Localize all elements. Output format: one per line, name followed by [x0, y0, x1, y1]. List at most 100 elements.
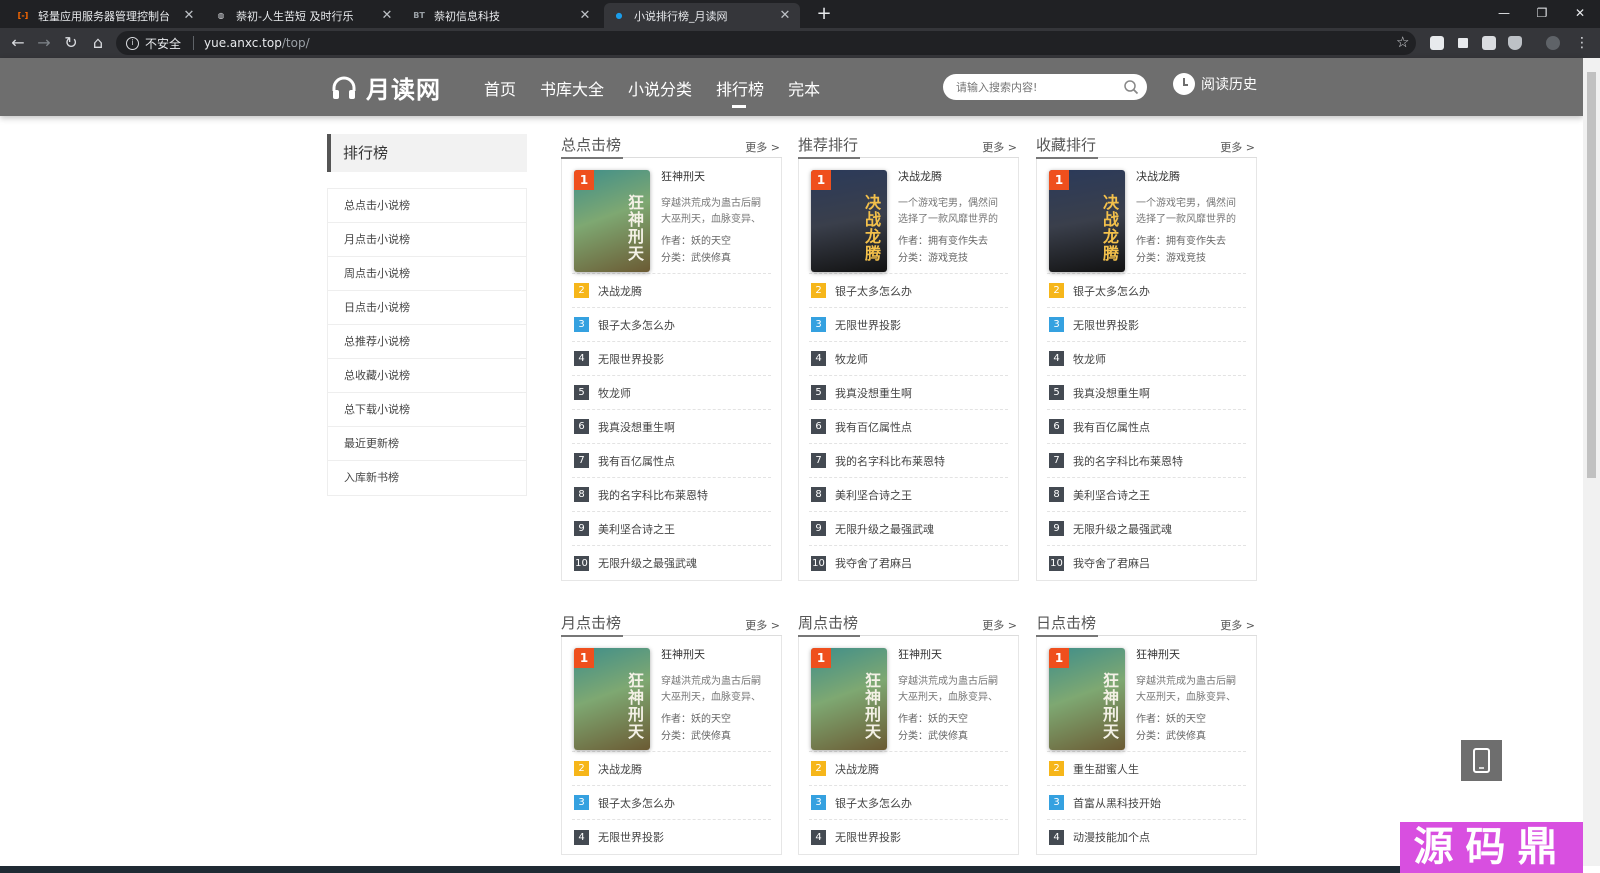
- book-title[interactable]: 狂神刑天: [661, 168, 705, 184]
- book-name[interactable]: 无限世界投影: [835, 829, 901, 845]
- book-name[interactable]: 无限升级之最强武魂: [1073, 521, 1172, 537]
- shield-icon[interactable]: [1508, 36, 1522, 50]
- book-name[interactable]: 我真没想重生啊: [1073, 385, 1150, 401]
- list-item[interactable]: 3 银子太多怎么办: [572, 308, 771, 342]
- list-item[interactable]: 6 我有百亿属性点: [1047, 410, 1246, 444]
- book-name[interactable]: 我有百亿属性点: [835, 419, 912, 435]
- more-link[interactable]: 更多 >: [982, 617, 1017, 633]
- home-icon[interactable]: ⌂: [88, 33, 108, 53]
- window-close-button[interactable]: ✕: [1562, 0, 1598, 28]
- book-title[interactable]: 狂神刑天: [1136, 646, 1180, 662]
- minimize-button[interactable]: —: [1486, 0, 1522, 28]
- book-name[interactable]: 我的名字科比布莱恩特: [1073, 453, 1183, 469]
- book-name[interactable]: 我的名字科比布莱恩特: [835, 453, 945, 469]
- book-name[interactable]: 牧龙师: [598, 385, 631, 401]
- list-item[interactable]: 3 首富从黑科技开始: [1047, 786, 1246, 820]
- browser-tab-1[interactable]: ◍ 萘初-人生苦短 及时行乐 ✕: [206, 3, 402, 28]
- list-item[interactable]: 5 牧龙师: [572, 376, 771, 410]
- book-name[interactable]: 银子太多怎么办: [1073, 283, 1150, 299]
- more-link[interactable]: 更多 >: [745, 617, 780, 633]
- book-name[interactable]: 银子太多怎么办: [835, 795, 912, 811]
- list-item[interactable]: 8 我的名字科比布莱恩特: [572, 478, 771, 512]
- book-name[interactable]: 无限世界投影: [598, 351, 664, 367]
- browser-tab-2[interactable]: BT 萘初信息科技 ✕: [404, 3, 600, 28]
- top-book[interactable]: 1 决战龙腾 决战龙腾 一个游戏宅男，偶然间选择了一款风靡世界的 作者：拥有变作…: [809, 158, 1008, 274]
- list-item[interactable]: 4 无限世界投影: [572, 342, 771, 376]
- list-item[interactable]: 5 我真没想重生啊: [1047, 376, 1246, 410]
- book-name[interactable]: 我真没想重生啊: [598, 419, 675, 435]
- book-name[interactable]: 美利坚合诗之王: [835, 487, 912, 503]
- book-name[interactable]: 银子太多怎么办: [598, 317, 675, 333]
- list-item[interactable]: 3 银子太多怎么办: [572, 786, 771, 820]
- more-link[interactable]: 更多 >: [1220, 139, 1255, 155]
- book-name[interactable]: 决战龙腾: [598, 283, 642, 299]
- list-item[interactable]: 7 我的名字科比布莱恩特: [1047, 444, 1246, 478]
- list-item[interactable]: 3 无限世界投影: [1047, 308, 1246, 342]
- book-name[interactable]: 我夺舍了君麻吕: [1073, 555, 1150, 571]
- book-name[interactable]: 美利坚合诗之王: [598, 521, 675, 537]
- top-book[interactable]: 1 决战龙腾 决战龙腾 一个游戏宅男，偶然间选择了一款风靡世界的 作者：拥有变作…: [1047, 158, 1246, 274]
- extension-badge-icon[interactable]: [1456, 36, 1470, 50]
- list-item[interactable]: 4 无限世界投影: [809, 820, 1008, 854]
- scrollbar-thumb[interactable]: [1587, 72, 1596, 478]
- book-title[interactable]: 狂神刑天: [661, 646, 705, 662]
- reading-history-link[interactable]: 阅读历史: [1173, 73, 1257, 95]
- book-name[interactable]: 我真没想重生啊: [835, 385, 912, 401]
- close-icon[interactable]: ✕: [182, 8, 196, 23]
- book-name[interactable]: 决战龙腾: [835, 761, 879, 777]
- search-input[interactable]: [943, 74, 1113, 100]
- list-item[interactable]: 2 决战龙腾: [572, 752, 771, 786]
- book-name[interactable]: 银子太多怎么办: [835, 283, 912, 299]
- site-logo[interactable]: 月读网: [330, 70, 441, 105]
- list-item[interactable]: 6 我真没想重生啊: [572, 410, 771, 444]
- close-icon[interactable]: ✕: [380, 8, 394, 23]
- menu-kebab-icon[interactable]: ⋮: [1572, 33, 1592, 53]
- book-cover[interactable]: 1 狂神刑天: [574, 648, 650, 750]
- sidebar-item-week-click[interactable]: 周点击小说榜: [328, 257, 526, 291]
- extension-icon[interactable]: [1430, 36, 1444, 50]
- avatar[interactable]: [1546, 36, 1560, 50]
- sidebar-item-recent-update[interactable]: 最近更新榜: [328, 427, 526, 461]
- book-name[interactable]: 决战龙腾: [598, 761, 642, 777]
- back-arrow-icon[interactable]: ←: [8, 33, 28, 53]
- book-title[interactable]: 决战龙腾: [1136, 168, 1180, 184]
- sidebar-item-total-recommend[interactable]: 总推荐小说榜: [328, 325, 526, 359]
- book-cover[interactable]: 1 狂神刑天: [811, 648, 887, 750]
- extension-s-icon[interactable]: [1482, 36, 1496, 50]
- list-item[interactable]: 9 无限升级之最强武魂: [1047, 512, 1246, 546]
- top-book[interactable]: 1 狂神刑天 狂神刑天 穿越洪荒成为蛊古后嗣大巫刑天，血脉变异、 作者：妖的天空…: [809, 636, 1008, 752]
- list-item[interactable]: 4 动漫技能加个点: [1047, 820, 1246, 854]
- list-item[interactable]: 2 银子太多怎么办: [1047, 274, 1246, 308]
- search-icon[interactable]: [1123, 79, 1139, 95]
- list-item[interactable]: 9 美利坚合诗之王: [572, 512, 771, 546]
- close-icon[interactable]: ✕: [578, 8, 592, 23]
- security-label[interactable]: 不安全: [145, 35, 181, 52]
- book-cover[interactable]: 1 狂神刑天: [1049, 648, 1125, 750]
- sidebar-item-total-favorite[interactable]: 总收藏小说榜: [328, 359, 526, 393]
- mobile-view-button[interactable]: [1461, 740, 1502, 781]
- list-item[interactable]: 3 银子太多怎么办: [809, 786, 1008, 820]
- book-name[interactable]: 无限世界投影: [598, 829, 664, 845]
- list-item[interactable]: 7 我的名字科比布莱恩特: [809, 444, 1008, 478]
- forward-arrow-icon[interactable]: →: [34, 33, 54, 53]
- book-name[interactable]: 我有百亿属性点: [1073, 419, 1150, 435]
- book-name[interactable]: 我夺舍了君麻吕: [835, 555, 912, 571]
- book-name[interactable]: 牧龙师: [835, 351, 868, 367]
- book-name[interactable]: 我的名字科比布莱恩特: [598, 487, 708, 503]
- list-item[interactable]: 3 无限世界投影: [809, 308, 1008, 342]
- more-link[interactable]: 更多 >: [982, 139, 1017, 155]
- list-item[interactable]: 8 美利坚合诗之王: [809, 478, 1008, 512]
- book-cover[interactable]: 1 决战龙腾: [811, 170, 887, 272]
- nav-home[interactable]: 首页: [484, 76, 516, 100]
- sidebar-item-new-books[interactable]: 入库新书榜: [328, 461, 526, 495]
- list-item[interactable]: 9 无限升级之最强武魂: [809, 512, 1008, 546]
- book-name[interactable]: 银子太多怎么办: [598, 795, 675, 811]
- more-link[interactable]: 更多 >: [1220, 617, 1255, 633]
- sidebar-item-month-click[interactable]: 月点击小说榜: [328, 223, 526, 257]
- new-tab-button[interactable]: +: [812, 3, 836, 27]
- top-book[interactable]: 1 狂神刑天 狂神刑天 穿越洪荒成为蛊古后嗣大巫刑天，血脉变异、 作者：妖的天空…: [572, 636, 771, 752]
- browser-tab-3[interactable]: ● 小说排行榜_月读网 ✕: [604, 3, 800, 28]
- list-item[interactable]: 4 牧龙师: [809, 342, 1008, 376]
- list-item[interactable]: 10 无限升级之最强武魂: [572, 546, 771, 580]
- top-book[interactable]: 1 狂神刑天 狂神刑天 穿越洪荒成为蛊古后嗣大巫刑天，血脉变异、 作者：妖的天空…: [572, 158, 771, 274]
